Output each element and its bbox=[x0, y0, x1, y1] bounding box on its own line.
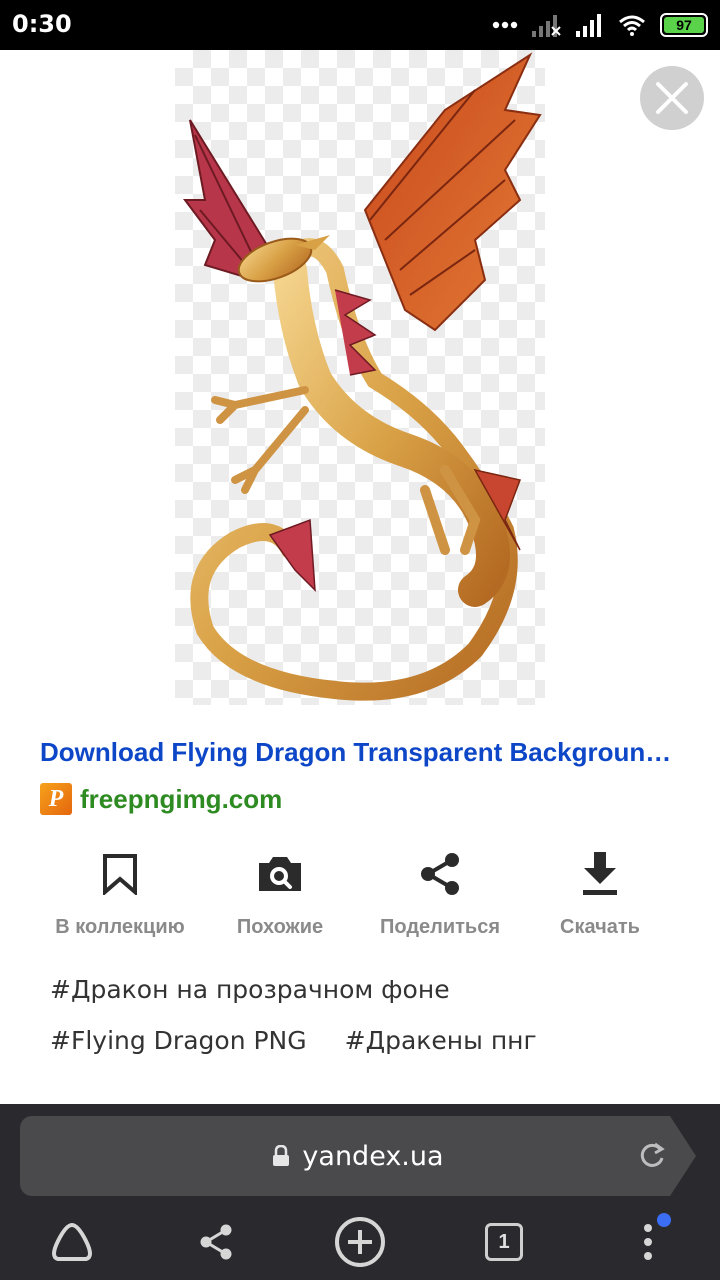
share-icon bbox=[421, 853, 459, 895]
download-button[interactable]: Скачать bbox=[520, 850, 680, 950]
tag-link[interactable]: #Дракон на прозрачном фоне bbox=[50, 975, 450, 1004]
image-info-panel: Download Flying Dragon Transparent Backg… bbox=[0, 705, 720, 1105]
more-vertical-icon bbox=[644, 1224, 652, 1260]
reload-icon[interactable] bbox=[638, 1140, 666, 1170]
status-bar: 0:30 97 bbox=[0, 0, 720, 50]
status-time: 0:30 bbox=[12, 10, 72, 38]
tab-count: 1 bbox=[485, 1223, 523, 1261]
add-to-collection-label: В коллекцию bbox=[55, 916, 185, 938]
share-icon bbox=[200, 1224, 232, 1260]
action-bar: В коллекцию Похожие Поделиться Скачать bbox=[40, 850, 680, 950]
status-icons: 97 bbox=[492, 12, 708, 38]
tag-link[interactable]: #Дракены пнг bbox=[345, 1026, 537, 1055]
source-link[interactable]: P freepngimg.com bbox=[40, 783, 282, 815]
similar-label: Похожие bbox=[236, 916, 324, 938]
browser-nav: 1 bbox=[0, 1204, 720, 1280]
menu-button[interactable] bbox=[613, 1207, 683, 1277]
tag-list: #Дракон на прозрачном фоне #Flying Drago… bbox=[50, 975, 690, 1077]
share-label: Поделиться bbox=[379, 916, 501, 938]
bookmark-icon bbox=[103, 854, 137, 895]
add-to-collection-button[interactable]: В коллекцию bbox=[40, 850, 200, 950]
alice-icon bbox=[52, 1222, 92, 1261]
close-icon bbox=[656, 82, 688, 114]
signal-icon bbox=[576, 14, 601, 37]
tag-link[interactable]: #Flying Dragon PNG bbox=[50, 1026, 307, 1055]
share-page-button[interactable] bbox=[181, 1207, 251, 1277]
share-button[interactable]: Поделиться bbox=[360, 850, 520, 950]
lock-icon bbox=[273, 1145, 290, 1166]
tabs-button[interactable]: 1 bbox=[469, 1207, 539, 1277]
battery-level: 97 bbox=[664, 17, 704, 33]
url-text: yandex.ua bbox=[302, 1140, 444, 1172]
source-name[interactable]: freepngimg.com bbox=[80, 784, 282, 815]
plus-circle-icon bbox=[335, 1217, 385, 1267]
download-label: Скачать bbox=[560, 916, 640, 938]
address-bar[interactable]: yandex.ua bbox=[20, 1116, 696, 1196]
alice-button[interactable] bbox=[37, 1207, 107, 1277]
result-title[interactable]: Download Flying Dragon Transparent Backg… bbox=[40, 737, 680, 768]
close-button[interactable] bbox=[640, 66, 704, 130]
battery-icon: 97 bbox=[660, 13, 708, 37]
source-favicon: P bbox=[40, 783, 72, 815]
similar-button[interactable]: Похожие bbox=[200, 850, 360, 950]
notification-dot bbox=[657, 1213, 671, 1227]
download-icon bbox=[583, 852, 617, 895]
more-dots-icon bbox=[492, 21, 518, 29]
signal-weak-icon bbox=[532, 15, 561, 37]
new-tab-button[interactable] bbox=[325, 1207, 395, 1277]
browser-toolbar: yandex.ua 1 bbox=[0, 1104, 720, 1280]
dragon-image bbox=[183, 52, 542, 701]
camera-search-icon bbox=[259, 857, 301, 891]
image-viewer[interactable] bbox=[0, 50, 720, 705]
wifi-icon bbox=[619, 15, 645, 36]
